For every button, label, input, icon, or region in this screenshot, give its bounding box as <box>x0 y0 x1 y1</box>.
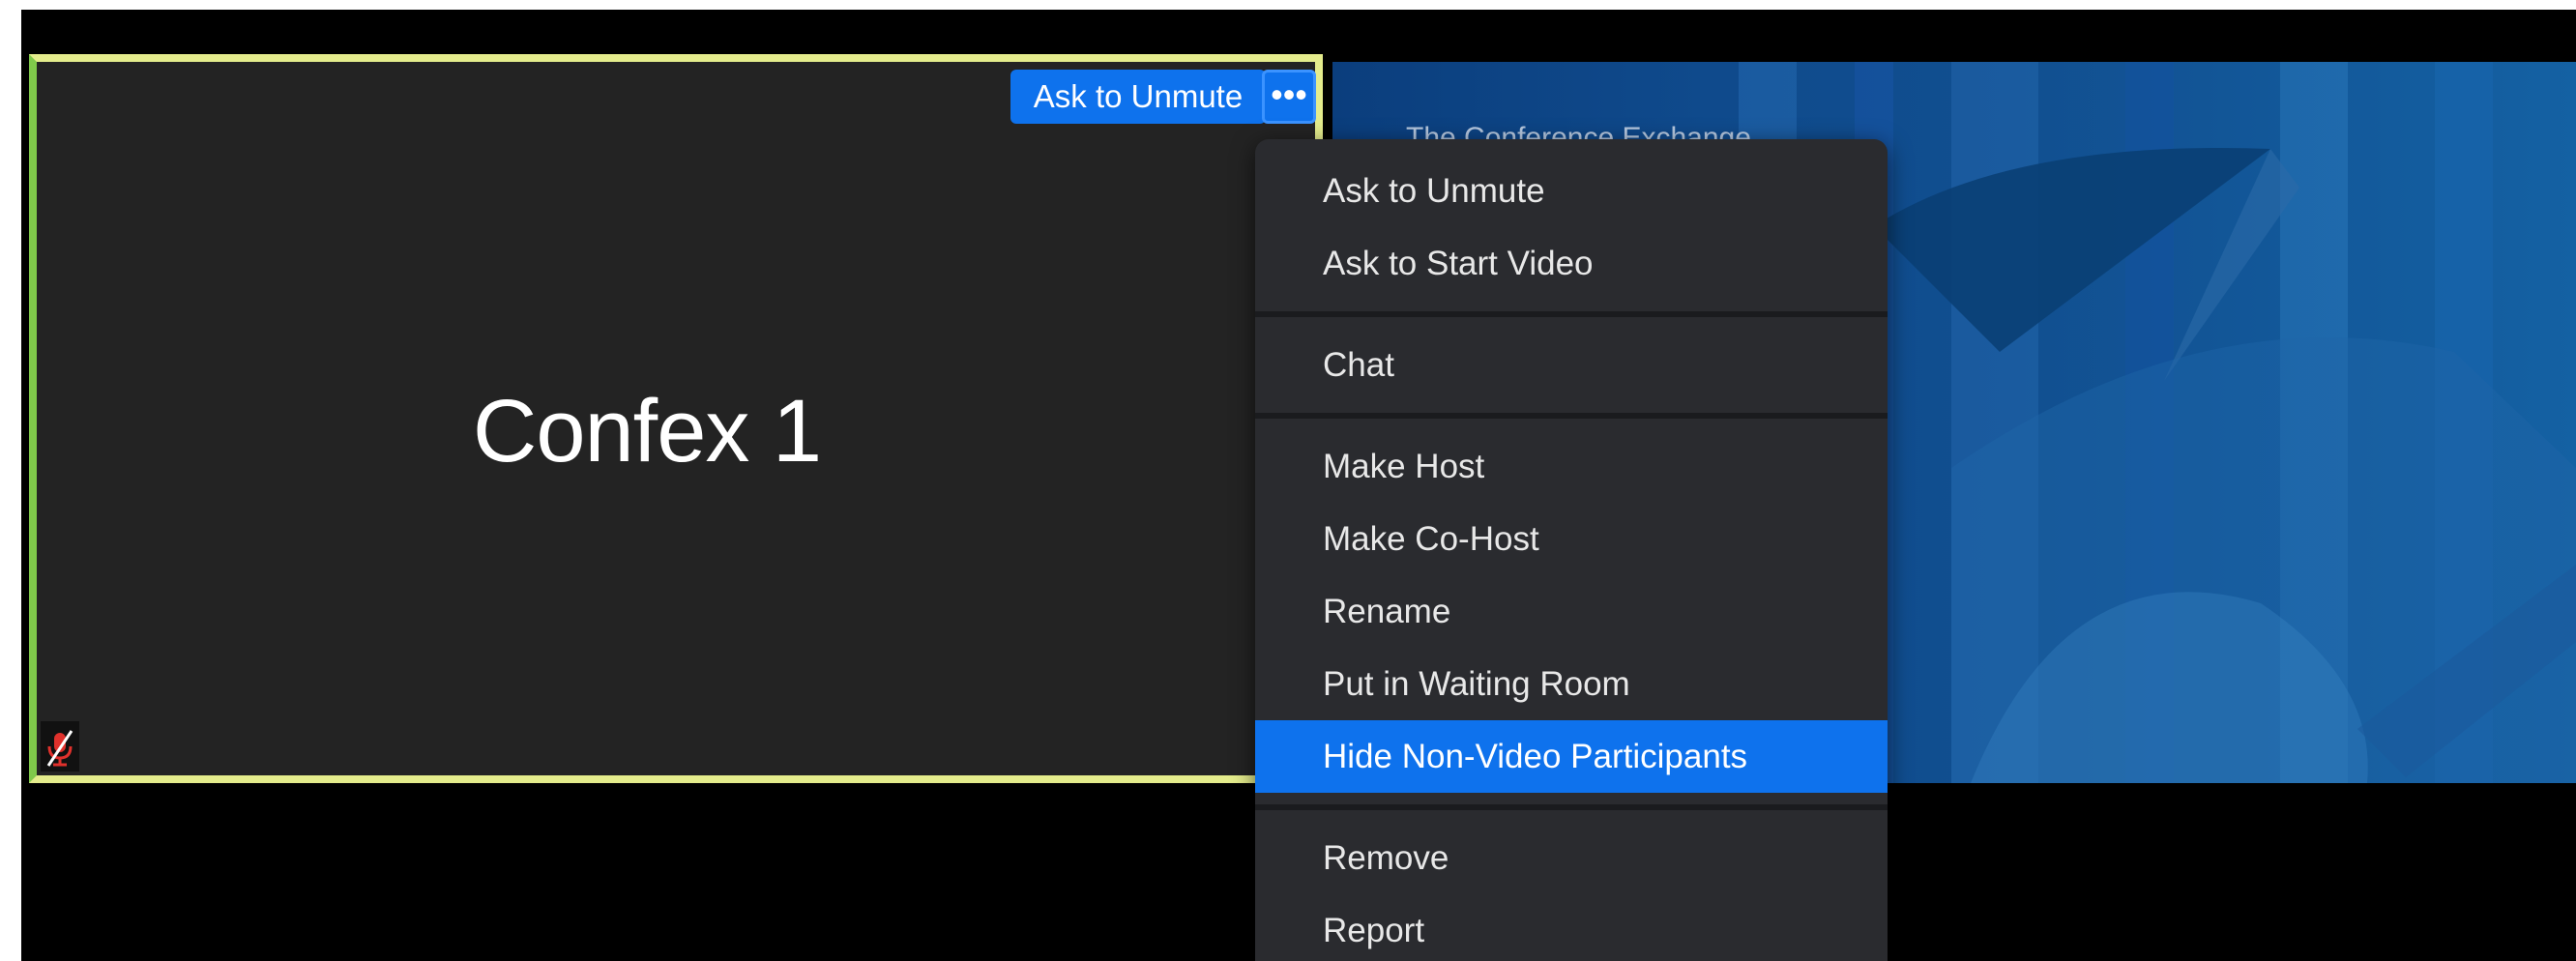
muted-microphone-icon <box>41 721 79 772</box>
menu-divider <box>1255 311 1888 317</box>
menu-item-ask-to-unmute[interactable]: Ask to Unmute <box>1255 155 1888 227</box>
more-options-button[interactable]: ••• <box>1262 70 1316 124</box>
menu-item-rename[interactable]: Rename <box>1255 575 1888 648</box>
menu-item-ask-to-start-video[interactable]: Ask to Start Video <box>1255 227 1888 300</box>
ask-to-unmute-button[interactable]: Ask to Unmute <box>1010 70 1266 124</box>
menu-item-report[interactable]: Report <box>1255 894 1888 961</box>
participant-tile[interactable]: Confex 1 Ask to Unmute ••• <box>29 54 1323 783</box>
menu-item-put-in-waiting-room[interactable]: Put in Waiting Room <box>1255 648 1888 720</box>
menu-item-remove[interactable]: Remove <box>1255 822 1888 894</box>
menu-item-make-host[interactable]: Make Host <box>1255 430 1888 503</box>
menu-item-make-co-host[interactable]: Make Co-Host <box>1255 503 1888 575</box>
ellipsis-icon: ••• <box>1271 74 1307 114</box>
menu-divider <box>1255 413 1888 419</box>
menu-item-chat[interactable]: Chat <box>1255 329 1888 401</box>
participant-name: Confex 1 <box>472 382 822 480</box>
participant-context-menu: Ask to Unmute Ask to Start Video Chat Ma… <box>1255 139 1888 961</box>
window-edge-top <box>0 0 2576 10</box>
menu-divider <box>1255 804 1888 810</box>
menu-item-hide-non-video-participants[interactable]: Hide Non-Video Participants <box>1255 720 1888 793</box>
meeting-window: The Conference Exchange Confex 1 Ask to … <box>0 0 2576 961</box>
window-edge-left <box>0 0 21 961</box>
